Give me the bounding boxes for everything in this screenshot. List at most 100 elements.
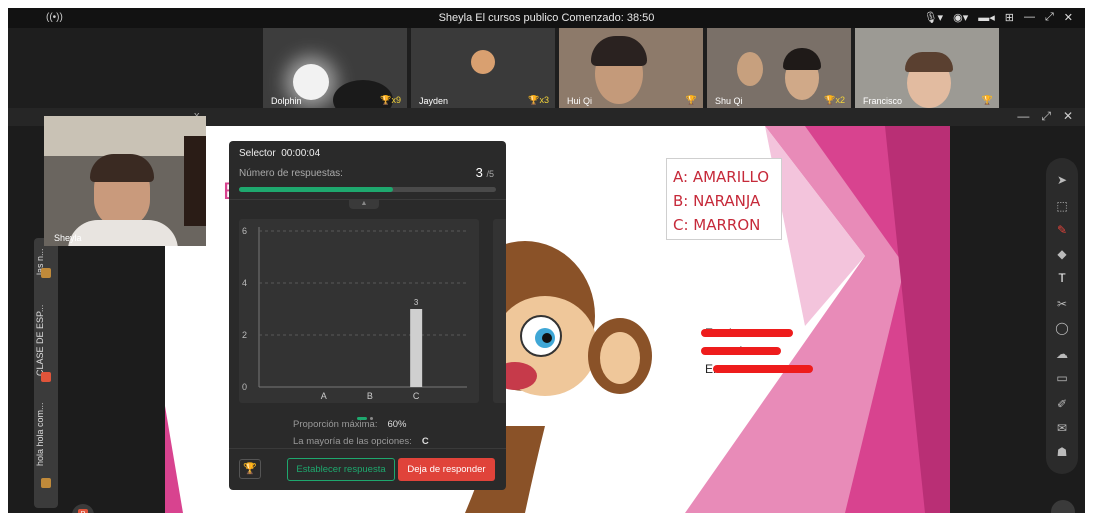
responses-progress — [239, 187, 496, 192]
responses-count: 3 /5 — [476, 165, 494, 180]
presenter-video[interactable]: Sheyla — [44, 116, 206, 246]
answer-option: B: NARANJA — [673, 192, 761, 210]
participant-name: Jayden — [419, 96, 449, 106]
text-icon[interactable]: T — [1052, 268, 1072, 288]
presenter-hair — [90, 154, 154, 182]
redaction-mark — [701, 347, 781, 355]
redacted-line: Es el mono. — [701, 326, 795, 344]
slides-rail: las n... CLASE DE ESP... hola hola com..… — [34, 238, 58, 508]
main-controls: — ⤢ ✕ — [1017, 109, 1073, 124]
redacted-line: E........... — [705, 362, 813, 380]
selector-timer: 00:00:04 — [281, 148, 321, 159]
close-icon[interactable]: ✕ — [1063, 109, 1073, 124]
select-icon[interactable]: ⬚ — [1052, 196, 1072, 216]
results-chart: 0 2 4 6 A B 3 C — [239, 219, 479, 403]
pen-icon[interactable]: ✎ — [1052, 220, 1072, 240]
trophy-icon[interactable]: 🏆 — [239, 459, 261, 479]
video-background — [44, 116, 206, 156]
bar-value-label: 3 — [414, 298, 419, 307]
max-ratio-value: 60% — [387, 419, 407, 430]
minimize-icon[interactable]: — — [1017, 109, 1029, 124]
divider — [229, 448, 506, 449]
trophy-count: x2 — [835, 95, 845, 105]
top-bar: ((•)) Sheyla El cursos publico Comenzado… — [8, 8, 1085, 28]
eraser-icon[interactable]: ◆ — [1052, 244, 1072, 264]
raise-hand-icon[interactable] — [1051, 500, 1075, 513]
participant-name: Francisco — [863, 96, 903, 106]
max-ratio-label: Proporción máxima: — [293, 419, 378, 430]
y-tick-label: 6 — [242, 226, 247, 236]
participant-name: Sheyla — [54, 233, 82, 243]
participant-tile[interactable]: Jayden 🏆x3 — [411, 28, 555, 108]
participant-tile[interactable]: Francisco 🏆 — [855, 28, 999, 108]
participant-tile[interactable]: Shu Qi 🏆x2 — [707, 28, 851, 108]
camera-icon[interactable]: ▬◂ — [978, 11, 995, 24]
y-tick-label: 0 — [242, 382, 247, 392]
app-window: ((•)) Sheyla El cursos publico Comenzado… — [8, 8, 1085, 513]
cloud-icon[interactable]: ☁ — [1052, 344, 1072, 364]
participant-name: Shu Qi — [715, 96, 743, 106]
participant-tile[interactable]: Hui Qi 🏆 — [559, 28, 703, 108]
answer-option: A: AMARILLO — [673, 168, 770, 186]
rail-item-label[interactable]: hola hola com... — [35, 398, 57, 470]
participant-name: Dolphin — [271, 96, 302, 106]
trophy-badge: 🏆x9 — [380, 95, 401, 105]
majority-label: La mayoría de las opciones: — [293, 436, 412, 447]
set-answer-button[interactable]: Establecer respuesta — [287, 458, 395, 481]
avatar — [471, 50, 495, 74]
stop-responding-button[interactable]: Deja de responder — [398, 458, 495, 481]
responses-count-value: 3 — [475, 165, 483, 180]
participants-strip: Dolphin 🏆x9 Jayden 🏆x3 Hui Qi 🏆 Shu Qi 🏆… — [8, 28, 1085, 108]
answers-box: A: AMARILLO B: NARANJA C: MARRON — [666, 158, 782, 240]
scissors-icon[interactable]: ✂ — [1052, 294, 1072, 314]
selector-panel: Selector 00:00:04 Número de respuestas: … — [229, 141, 506, 490]
ppt-icon — [41, 372, 51, 382]
participant-video — [783, 48, 821, 70]
trophy-badge: 🏆x2 — [824, 95, 845, 105]
users-icon[interactable]: ☗ — [1052, 442, 1072, 462]
selector-title: Selector — [239, 148, 276, 159]
window-controls: 🎙▾ ◉▾ ▬◂ ⊞ — ⤢ ✕ — [924, 11, 1073, 24]
answer-option: C: MARRON — [673, 216, 761, 234]
majority-value: C — [421, 436, 429, 447]
participant-video — [737, 52, 763, 86]
redaction-mark — [713, 365, 813, 373]
toolbox-icon[interactable]: ▭ — [1052, 368, 1072, 388]
majority: La mayoría de las opciones: C — [293, 436, 429, 447]
grid-icon[interactable]: ⊞ — [1005, 11, 1014, 24]
microphone-icon[interactable]: 🎙▾ — [924, 11, 944, 24]
results-chart-svg: 0 2 4 6 A B 3 C — [242, 226, 467, 401]
redaction-mark — [701, 329, 793, 337]
responses-progress-fill — [239, 187, 394, 192]
trophy-count: x3 — [539, 95, 549, 105]
trophy-badge: 🏆x3 — [528, 95, 549, 105]
edit-icon[interactable]: ✐ — [1052, 394, 1072, 414]
ppt-icon[interactable]: P — [72, 504, 94, 513]
trophy-count: x9 — [391, 95, 401, 105]
chat-icon[interactable]: ✉ — [1052, 418, 1072, 438]
bar — [410, 309, 423, 387]
fullscreen-icon[interactable]: ⤢ — [1041, 109, 1051, 124]
participant-video — [591, 36, 647, 66]
selector-header: Selector 00:00:04 — [239, 148, 320, 159]
responses-total: /5 — [486, 169, 494, 179]
participant-video — [905, 52, 953, 72]
responses-label: Número de respuestas: — [239, 168, 343, 179]
minimize-icon[interactable]: — — [1024, 11, 1035, 24]
participant-video — [293, 64, 329, 100]
participant-name: Hui Qi — [567, 96, 593, 106]
x-tick-label: A — [321, 391, 327, 401]
collapse-handle[interactable]: ▲ — [349, 199, 379, 209]
trophy-badge: 🏆 — [685, 95, 697, 105]
presenter-shirt — [68, 220, 178, 246]
rail-item-label[interactable]: CLASE DE ESP... — [35, 300, 57, 380]
shape-icon[interactable]: ◯ — [1052, 318, 1072, 338]
close-icon[interactable]: ✕ — [1064, 11, 1073, 24]
redacted-line: ..........ía. — [701, 344, 795, 362]
fullscreen-icon[interactable]: ⤢ — [1045, 11, 1054, 24]
speaker-icon[interactable]: ◉▾ — [953, 11, 968, 24]
participant-tile[interactable]: Dolphin 🏆x9 — [263, 28, 407, 108]
next-chart-peek[interactable] — [493, 219, 506, 403]
pointer-icon[interactable]: ➤ — [1052, 170, 1072, 190]
max-ratio: Proporción máxima: 60% — [293, 419, 407, 430]
